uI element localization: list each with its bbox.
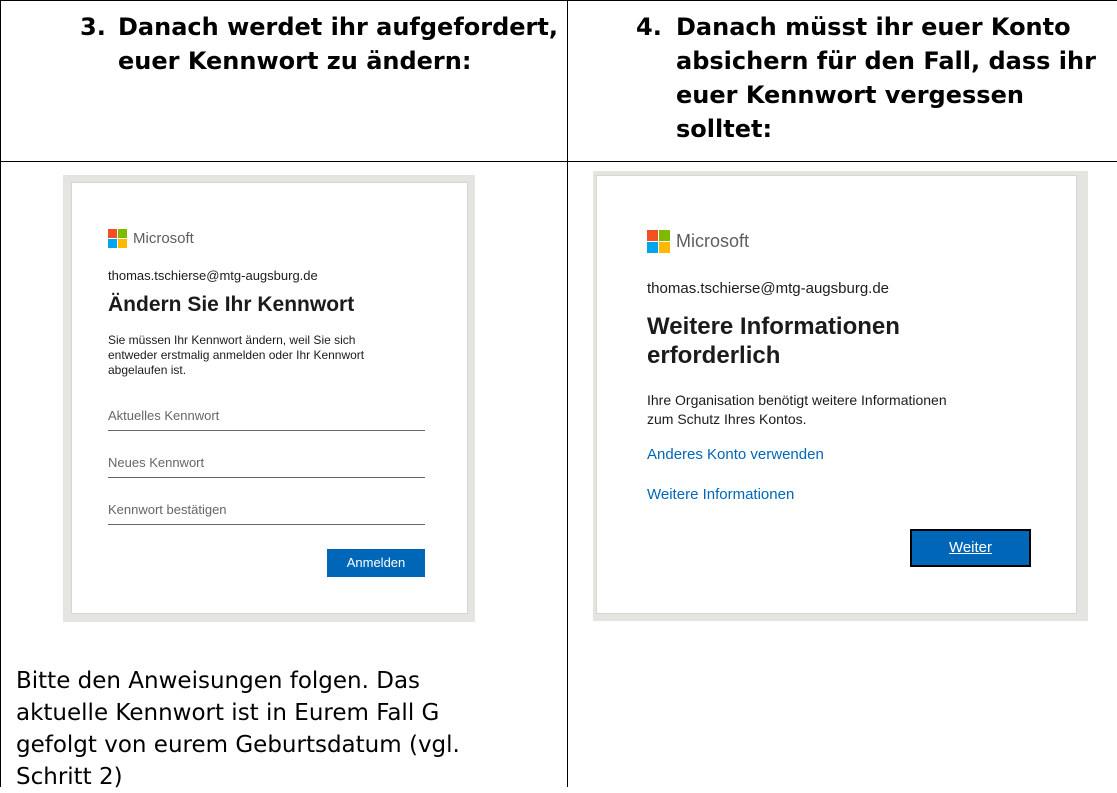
description-line: entweder erstmalig anmelden oder Ihr Ken… <box>108 348 365 362</box>
instruction-note: Bitte den Anweisungen folgen. Das aktuel… <box>16 665 546 793</box>
table-border-middle <box>0 161 1117 162</box>
step-heading-line: euer Kennwort zu ändern: <box>118 47 472 75</box>
note-line: Schritt 2) <box>16 764 123 790</box>
microsoft-logo-icon <box>647 230 670 253</box>
title-line: Weitere Informationen <box>647 313 900 340</box>
use-other-account-link[interactable]: Anderes Konto verwenden <box>647 446 824 463</box>
table-border-center <box>567 0 568 787</box>
more-information-link[interactable]: Weitere Informationen <box>647 486 794 503</box>
step-heading-line: euer Kennwort vergessen <box>676 81 1024 109</box>
card-description: Sie müssen Ihr Kennwort ändern, weil Sie… <box>108 333 364 378</box>
step-heading-line: solltet: <box>676 115 773 143</box>
step-heading-line: Danach werdet ihr aufgefordert, <box>118 13 558 41</box>
signin-card: Microsoft thomas.tschierse@mtg-augsburg.… <box>72 183 467 613</box>
next-button[interactable]: Weiter <box>910 529 1031 567</box>
note-line: aktuelle Kennwort ist in Eurem Fall G <box>16 700 440 726</box>
brand-name: Microsoft <box>133 230 194 247</box>
sign-in-button[interactable]: Anmelden <box>327 549 425 577</box>
new-password-field[interactable]: Neues Kennwort <box>108 455 425 478</box>
step-4-heading: 4. Danach müsst ihr euer Konto absichern… <box>636 10 1106 160</box>
card-title: Weitere Informationen erforderlich <box>647 312 900 370</box>
field-placeholder: Neues Kennwort <box>108 455 205 470</box>
account-email: thomas.tschierse@mtg-augsburg.de <box>647 280 890 297</box>
microsoft-logo-icon <box>108 229 127 248</box>
microsoft-logo: Microsoft <box>647 230 749 253</box>
signin-card: Microsoft thomas.tschierse@mtg-augsburg.… <box>597 176 1076 613</box>
field-placeholder: Aktuelles Kennwort <box>108 408 220 423</box>
field-placeholder: Kennwort bestätigen <box>108 502 227 517</box>
step-number: 3. <box>80 13 106 41</box>
table-border-left <box>0 0 1 787</box>
note-line: gefolgt von eurem Geburtsdatum (vgl. <box>16 732 460 758</box>
description-line: Ihre Organisation benötigt weitere Infor… <box>647 392 947 408</box>
step-3-heading: 3. Danach werdet ihr aufgefordert, euer … <box>80 10 560 150</box>
confirm-password-field[interactable]: Kennwort bestätigen <box>108 502 425 525</box>
screenshot-change-password: Microsoft thomas.tschierse@mtg-augsburg.… <box>63 175 475 622</box>
current-password-field[interactable]: Aktuelles Kennwort <box>108 408 425 431</box>
title-line: erforderlich <box>647 342 781 369</box>
card-title: Ändern Sie Ihr Kennwort <box>108 293 355 316</box>
account-email: thomas.tschierse@mtg-augsburg.de <box>108 268 318 283</box>
step-heading-line: Danach müsst ihr euer Konto <box>676 13 1071 41</box>
brand-name: Microsoft <box>676 231 750 251</box>
note-line: Bitte den Anweisungen folgen. Das <box>16 668 421 694</box>
card-description: Ihre Organisation benötigt weitere Infor… <box>647 391 947 429</box>
description-line: Sie müssen Ihr Kennwort ändern, weil Sie… <box>108 333 356 347</box>
description-line: zum Schutz Ihres Kontos. <box>647 411 807 427</box>
microsoft-logo: Microsoft <box>108 229 194 248</box>
screenshot-more-info: Microsoft thomas.tschierse@mtg-augsburg.… <box>593 171 1088 621</box>
step-heading-line: absichern für den Fall, dass ihr <box>676 47 1096 75</box>
table-border-top <box>0 0 1117 1</box>
description-line: abgelaufen ist. <box>108 363 187 377</box>
step-number: 4. <box>636 13 662 41</box>
